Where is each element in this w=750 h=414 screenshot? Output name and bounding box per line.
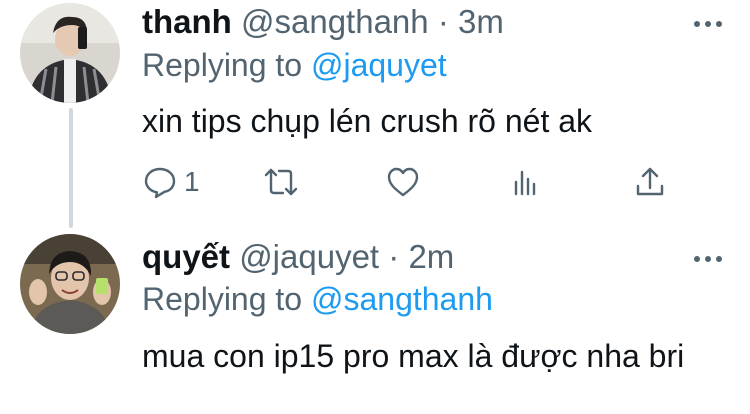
tweet-actions: 1 [142, 162, 702, 202]
tweet-header: quyết @jaquyet · 2m [142, 237, 454, 277]
tweet-reply-quyet[interactable]: quyết @jaquyet · 2m Replying to @sangtha… [0, 222, 750, 414]
heart-icon [387, 167, 419, 197]
handle[interactable]: @jaquyet [239, 238, 379, 275]
replying-prefix: Replying to [142, 281, 303, 317]
display-name[interactable]: quyết [142, 238, 230, 275]
replying-to: Replying to @jaquyet [142, 45, 447, 85]
tweet-text: mua con ip15 pro max là được nha bri [142, 338, 685, 374]
analytics-icon [514, 170, 536, 196]
mention-link[interactable]: @sangthanh [311, 281, 493, 317]
timestamp[interactable]: · 3m [438, 3, 504, 40]
tweet-reply-thanh[interactable]: thanh @sangthanh · 3m Replying to @jaquy… [0, 0, 750, 228]
tweet-header: thanh @sangthanh · 3m [142, 2, 504, 42]
avatar-photo [20, 234, 120, 334]
tweet-text: xin tips chụp lén crush rõ nét ak [142, 103, 593, 139]
more-icon[interactable] [689, 249, 722, 267]
handle[interactable]: @sangthanh [241, 3, 429, 40]
like-button[interactable] [385, 162, 421, 202]
reply-icon [144, 167, 176, 199]
retweet-button[interactable] [262, 162, 300, 202]
avatar[interactable] [20, 3, 120, 103]
replying-to: Replying to @sangthanh [142, 279, 493, 319]
display-name[interactable]: thanh [142, 3, 232, 40]
thread-line [69, 108, 73, 228]
avatar[interactable] [20, 234, 120, 334]
reply-count: 1 [184, 166, 200, 197]
avatar-photo [20, 3, 120, 103]
share-icon [636, 167, 664, 196]
retweet-icon [264, 168, 298, 196]
replying-prefix: Replying to [142, 47, 303, 83]
more-icon[interactable] [689, 14, 722, 32]
reply-button[interactable]: 1 [142, 162, 200, 202]
timestamp[interactable]: · 2m [388, 238, 454, 275]
share-button[interactable] [632, 162, 668, 202]
mention-link[interactable]: @jaquyet [311, 47, 447, 83]
analytics-button[interactable] [508, 162, 544, 202]
